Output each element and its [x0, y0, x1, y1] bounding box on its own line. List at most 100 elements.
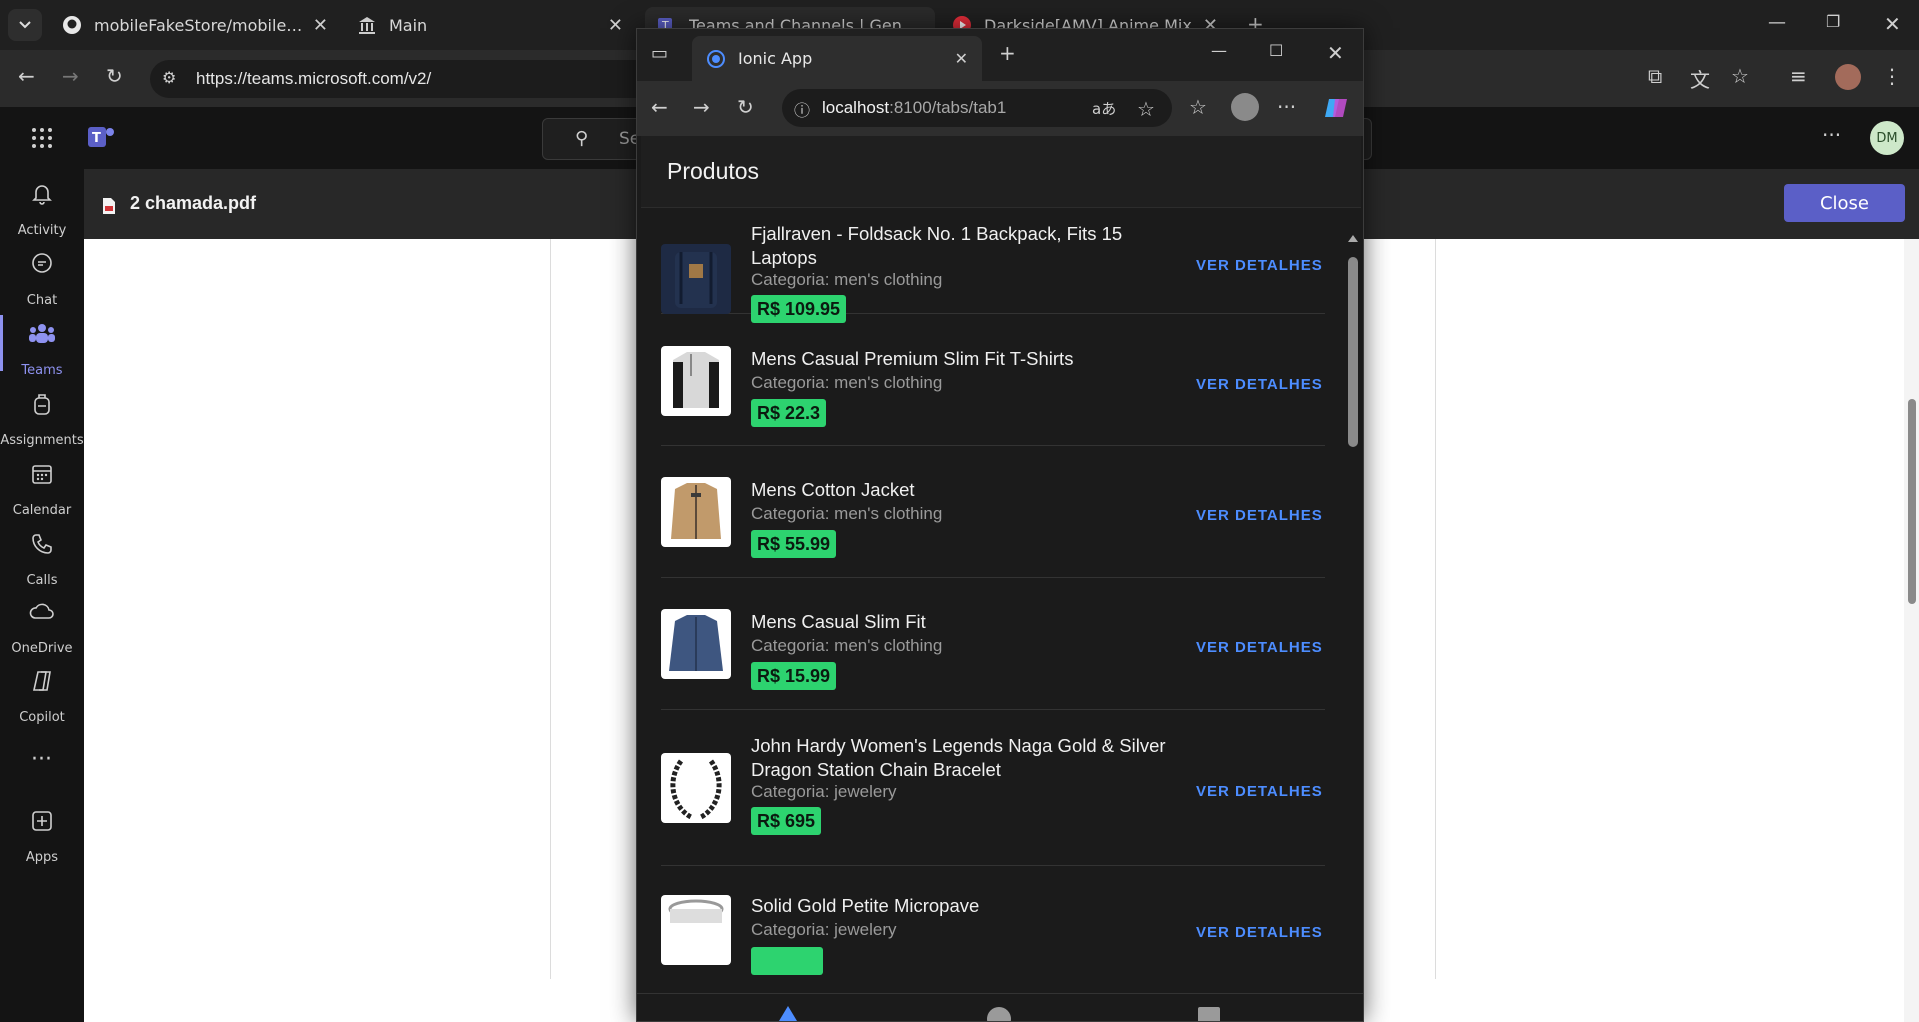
new-tab-icon[interactable]: + — [999, 41, 1016, 65]
site-info-icon[interactable]: ⚙ — [162, 68, 176, 87]
page-edge-left — [550, 239, 551, 979]
translate-icon[interactable]: 文 — [1690, 64, 1710, 93]
more-apps-icon[interactable]: ··· — [31, 747, 52, 772]
tab1-triangle-icon[interactable] — [776, 1006, 800, 1021]
popup-tab-title: Ionic App — [738, 49, 813, 68]
read-aloud-icon[interactable]: aあ — [1092, 98, 1116, 119]
window-close-icon[interactable]: ✕ — [1327, 41, 1344, 65]
restore-icon[interactable]: ❐ — [1826, 12, 1840, 31]
list-item[interactable]: Fjallraven - Foldsack No. 1 Backpack, Fi… — [661, 208, 1325, 323]
close-tab-icon[interactable]: ✕ — [955, 49, 968, 68]
page-title: Produtos — [667, 158, 760, 184]
page-edge-right — [1435, 239, 1436, 979]
install-app-icon[interactable]: ⧉ — [1648, 64, 1662, 88]
pdf-scroll-thumb[interactable] — [1908, 399, 1916, 604]
product-title: Solid Gold Petite Micropave — [751, 895, 980, 916]
reload-icon[interactable]: ↻ — [106, 64, 123, 88]
back-icon[interactable]: ← — [651, 95, 668, 119]
close-document-button[interactable]: Close — [1784, 184, 1905, 222]
sidebar-toggle-icon[interactable]: ▭ — [651, 43, 668, 64]
copilot-icon[interactable] — [1323, 95, 1349, 121]
profile-icon[interactable] — [1231, 93, 1259, 121]
view-details-link[interactable]: VER DETALHES — [1196, 257, 1323, 274]
user-avatar[interactable]: DM — [1870, 121, 1904, 155]
product-title: Mens Cotton Jacket — [751, 479, 915, 500]
product-title: Mens Casual Slim Fit — [751, 611, 926, 632]
rail-label: Assignments — [0, 433, 84, 448]
menu-dots-icon[interactable]: ⋮ — [1882, 64, 1902, 88]
product-title: Fjallraven - Foldsack No. 1 Backpack, Fi… — [751, 223, 1123, 268]
forward-icon[interactable]: → — [693, 95, 710, 119]
profile-avatar[interactable] — [1835, 64, 1861, 90]
info-icon[interactable]: ⓘ — [794, 97, 810, 121]
product-price: R$ 695 — [751, 807, 822, 835]
forward-icon[interactable]: → — [62, 64, 79, 88]
product-list[interactable]: Fjallraven - Foldsack No. 1 Backpack, Fi… — [641, 208, 1345, 993]
maximize-icon[interactable]: ☐ — [1269, 41, 1283, 60]
list-item[interactable]: Mens Cotton Jacket Categoria: men's clot… — [661, 447, 1325, 578]
product-image — [661, 609, 731, 679]
tab-search-button[interactable] — [8, 9, 42, 41]
outer-tab-github[interactable]: mobileFakeStore/mobileFakeSto ✕ — [50, 7, 340, 43]
menu-dots-icon[interactable]: ··· — [1277, 95, 1296, 119]
plus-square-icon — [32, 811, 52, 831]
list-scroll-thumb[interactable] — [1348, 257, 1358, 447]
app-launcher-icon[interactable] — [31, 127, 53, 149]
scroll-up-arrow[interactable] — [1348, 235, 1358, 242]
rail-item-assignments[interactable]: Assignments — [0, 386, 84, 452]
outer-tab-main[interactable]: Main ✕ — [345, 7, 635, 43]
rail-item-activity[interactable]: Activity — [0, 176, 84, 242]
url-path: :8100/tabs/tab1 — [889, 98, 1007, 117]
pdf-scrollbar[interactable] — [1904, 239, 1919, 1022]
rail-item-calls[interactable]: Calls — [0, 526, 84, 592]
view-details-link[interactable]: VER DETALHES — [1196, 924, 1323, 941]
window-close-icon[interactable]: ✕ — [1884, 12, 1901, 36]
rail-label: Activity — [17, 223, 67, 238]
product-image — [661, 753, 731, 823]
favorites-icon[interactable]: ☆ — [1189, 95, 1207, 119]
view-details-link[interactable]: VER DETALHES — [1196, 507, 1323, 524]
tab3-square-icon[interactable] — [1198, 1007, 1220, 1021]
rail-item-chat[interactable]: Chat — [0, 246, 84, 312]
svg-text:T: T — [92, 131, 101, 146]
ionic-app-window: ▭ Ionic App ✕ + — ☐ ✕ ← → ↻ ⓘ localhost:… — [636, 28, 1364, 1022]
more-options-icon[interactable]: ··· — [1822, 123, 1841, 147]
minimize-icon[interactable]: — — [1211, 41, 1227, 60]
close-tab-icon[interactable]: ✕ — [313, 15, 328, 36]
product-title: John Hardy Women's Legends Naga Gold & S… — [751, 735, 1166, 780]
list-item[interactable]: Mens Casual Premium Slim Fit T-Shirts Ca… — [661, 315, 1325, 446]
rail-item-copilot[interactable]: Copilot — [0, 663, 84, 729]
reload-icon[interactable]: ↻ — [737, 95, 754, 119]
tab-title: Main — [389, 15, 428, 35]
back-icon[interactable]: ← — [18, 64, 35, 88]
media-control-icon[interactable]: ≡ — [1790, 64, 1807, 88]
list-item[interactable]: Solid Gold Petite Micropave Categoria: j… — [661, 867, 1325, 993]
list-item[interactable]: Mens Casual Slim Fit Categoria: men's cl… — [661, 579, 1325, 710]
rail-item-calendar[interactable]: Calendar — [0, 456, 84, 522]
list-item[interactable]: John Hardy Women's Legends Naga Gold & S… — [661, 711, 1325, 866]
favorite-star-icon[interactable]: ☆ — [1137, 97, 1155, 121]
tab-title: mobileFakeStore/mobileFakeSto — [94, 15, 305, 35]
rail-item-teams[interactable]: Teams — [0, 316, 84, 382]
view-details-link[interactable]: VER DETALHES — [1196, 376, 1323, 393]
popup-address-bar: ← → ↻ ⓘ localhost:8100/tabs/tab1 aあ ☆ ☆ … — [637, 81, 1363, 136]
rail-item-apps[interactable]: Apps — [0, 803, 84, 869]
ionic-toolbar: Produtos — [641, 136, 1361, 208]
document-name: 2 chamada.pdf — [130, 193, 257, 213]
favorite-star-icon[interactable]: ☆ — [1731, 64, 1749, 88]
url-host: localhost — [822, 98, 890, 117]
popup-tab-ionic[interactable]: Ionic App ✕ — [692, 36, 982, 81]
product-image — [661, 244, 731, 314]
product-category: Categoria: men's clothing — [751, 270, 943, 289]
close-tab-icon[interactable]: ✕ — [608, 15, 623, 36]
view-details-link[interactable]: VER DETALHES — [1196, 639, 1323, 656]
tab2-circle-icon[interactable] — [987, 1007, 1011, 1021]
rail-label: Copilot — [19, 710, 65, 725]
rail-label: Teams — [21, 363, 63, 378]
product-image — [661, 895, 731, 965]
popup-url-field[interactable]: ⓘ localhost:8100/tabs/tab1 aあ ☆ — [782, 89, 1172, 127]
minimize-icon[interactable]: — — [1768, 12, 1786, 33]
view-details-link[interactable]: VER DETALHES — [1196, 783, 1323, 800]
calendar-icon — [32, 465, 52, 484]
rail-item-onedrive[interactable]: OneDrive — [0, 594, 84, 660]
